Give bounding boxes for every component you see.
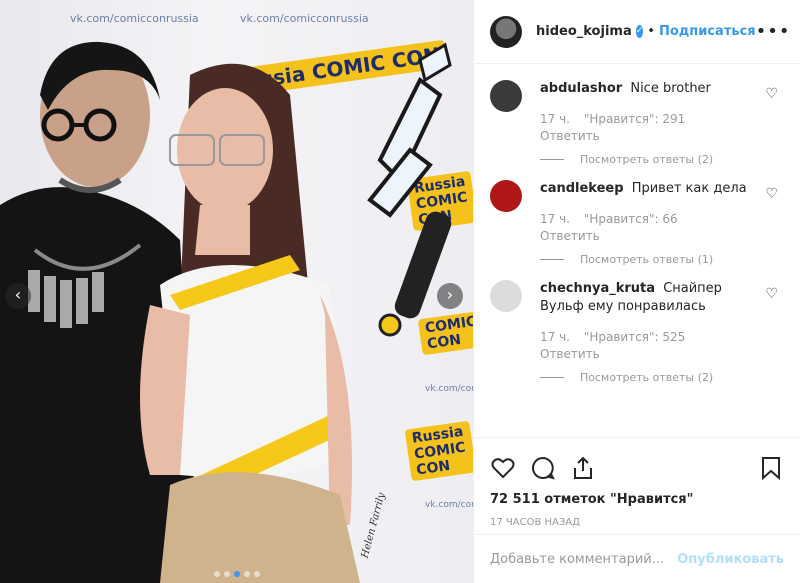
add-comment-bar: Опубликовать — [474, 534, 800, 583]
comment-item: chechnya_kruta Снайпер Вульф ему понрави… — [490, 280, 784, 384]
comic-con-logo: Russia COMIC CON — [404, 420, 473, 482]
publish-button[interactable]: Опубликовать — [677, 552, 784, 567]
carousel-dot — [243, 571, 250, 577]
post-photo: vk.com/comicconrussia vk.com/comicconrus… — [0, 0, 473, 583]
comment-username[interactable]: chechnya_kruta — [540, 281, 655, 296]
view-replies-button[interactable]: Посмотреть ответы (2) — [540, 153, 760, 166]
comment-likes[interactable]: "Нравится": 66 — [584, 212, 678, 226]
reply-button[interactable]: Ответить — [540, 129, 760, 143]
previous-photo-button[interactable]: ‹ — [5, 283, 31, 309]
comment-text: Привет как дела — [631, 181, 747, 196]
carousel-dot-active — [233, 571, 240, 577]
comment-text: Nice brother — [630, 81, 711, 96]
share-icon[interactable] — [570, 455, 596, 481]
reply-button[interactable]: Ответить — [540, 229, 760, 243]
author-avatar[interactable] — [490, 15, 522, 48]
comment-time[interactable]: 17 ч. — [540, 112, 570, 126]
follow-button[interactable]: Подписаться — [659, 24, 756, 39]
post-timestamp[interactable]: 17 часов назад — [490, 517, 784, 528]
comment-time[interactable]: 17 ч. — [540, 212, 570, 226]
comment-item: candlekeep Привет как дела 17 ч. "Нравит… — [490, 180, 784, 266]
comment-like-heart-icon[interactable]: ♡ — [765, 286, 778, 302]
backdrop-url: vk.com/comicconrussia — [240, 12, 369, 25]
backdrop-url: vk.com/comicconrussia — [425, 384, 473, 394]
next-photo-button[interactable]: › — [437, 283, 463, 309]
comment-like-heart-icon[interactable]: ♡ — [765, 186, 778, 202]
post-side-panel: hideo_kojima ✓ • Подписаться ••• abdulas… — [473, 0, 800, 583]
heart-icon[interactable] — [490, 455, 516, 481]
backdrop-url: vk.com/comicconrussia — [425, 500, 473, 510]
commenter-avatar[interactable] — [490, 80, 522, 112]
likes-count[interactable]: 72 511 отметок "Нравится" — [490, 492, 784, 507]
view-replies-button[interactable]: Посмотреть ответы (1) — [540, 253, 760, 266]
commenter-avatar[interactable] — [490, 280, 522, 312]
author-username[interactable]: hideo_kojima — [536, 24, 632, 39]
view-replies-button[interactable]: Посмотреть ответы (2) — [540, 371, 760, 384]
comment-icon[interactable] — [530, 455, 556, 481]
post-actions: 72 511 отметок "Нравится" 17 часов назад — [474, 437, 800, 528]
comment-item: abdulashor Nice brother 17 ч. "Нравится"… — [490, 80, 784, 166]
comments-list[interactable]: abdulashor Nice brother 17 ч. "Нравится"… — [474, 64, 800, 437]
comment-username[interactable]: candlekeep — [540, 181, 624, 196]
carousel-indicator — [213, 571, 260, 577]
separator-dot: • — [647, 24, 655, 39]
commenter-avatar[interactable] — [490, 180, 522, 212]
post-header: hideo_kojima ✓ • Подписаться ••• — [474, 0, 800, 64]
comment-like-heart-icon[interactable]: ♡ — [765, 86, 778, 102]
comment-likes[interactable]: "Нравится": 525 — [584, 330, 685, 344]
comment-input[interactable] — [490, 551, 678, 567]
carousel-dot — [223, 571, 230, 577]
comment-username[interactable]: abdulashor — [540, 81, 622, 96]
verified-check-icon: ✓ — [635, 25, 644, 38]
comment-likes[interactable]: "Нравится": 291 — [584, 112, 685, 126]
carousel-dot — [213, 571, 220, 577]
bookmark-icon[interactable] — [758, 455, 784, 481]
backdrop-url: vk.com/comicconrussia — [70, 12, 199, 25]
reply-button[interactable]: Ответить — [540, 347, 760, 361]
more-options-icon[interactable]: ••• — [756, 21, 791, 42]
carousel-dot — [253, 571, 260, 577]
woman-figure — [140, 63, 360, 583]
comment-time[interactable]: 17 ч. — [540, 330, 570, 344]
